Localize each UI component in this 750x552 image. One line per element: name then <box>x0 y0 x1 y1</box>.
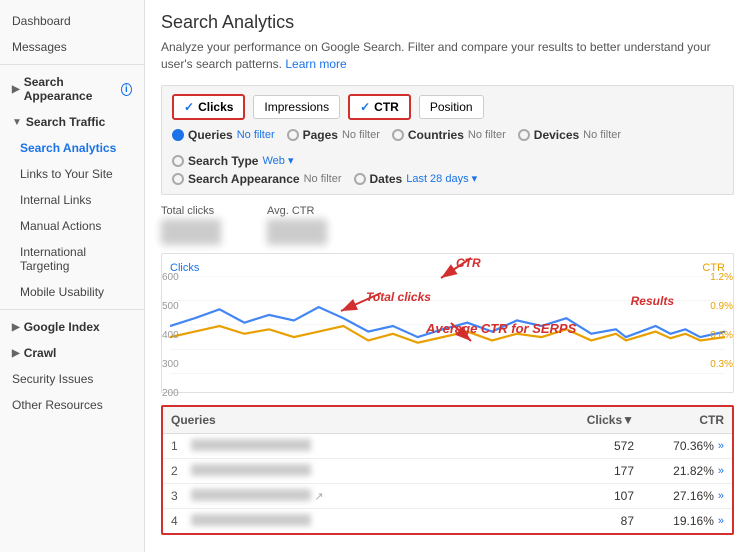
dimension-row-1: Queries No filter Pages No filter Countr… <box>172 128 723 168</box>
radio-devices <box>518 129 530 141</box>
chevron-icon[interactable]: » <box>718 515 724 527</box>
results-table: Queries Clicks▼ CTR 1 572 70.36% » 2 177… <box>161 405 734 535</box>
chart-container: Clicks CTR 600 500 400 300 <box>161 253 734 393</box>
row-ctr-1: 70.36% » <box>634 439 724 453</box>
sidebar-item-dashboard[interactable]: Dashboard <box>0 8 144 34</box>
arrow-icon-index: ▶ <box>12 322 20 333</box>
row-clicks-2: 177 <box>544 464 634 478</box>
chevron-icon[interactable]: » <box>718 490 724 502</box>
row-ctr-4: 19.16% » <box>634 514 724 528</box>
page-title: Search Analytics <box>161 12 734 33</box>
col-header-ctr[interactable]: CTR <box>634 413 724 427</box>
dim-pages[interactable]: Pages No filter <box>287 128 380 142</box>
col-header-clicks[interactable]: Clicks▼ <box>544 413 634 427</box>
sidebar-item-security[interactable]: Security Issues <box>0 366 144 392</box>
total-clicks-stat: Total clicks <box>161 205 251 245</box>
clicks-button[interactable]: ✓ Clicks <box>172 94 245 120</box>
ctr-annotation: CTR <box>456 255 481 270</box>
sidebar-item-intl-targeting[interactable]: International Targeting <box>0 239 144 279</box>
avg-ctr-annotation: Average CTR for SERPS <box>426 321 576 336</box>
sidebar-item-search-analytics[interactable]: Search Analytics <box>0 135 144 161</box>
sidebar-item-internal-links[interactable]: Internal Links <box>0 187 144 213</box>
radio-queries <box>172 129 184 141</box>
stats-row: Total clicks Avg. CTR <box>161 205 734 245</box>
arrow-icon-traffic: ▼ <box>12 117 22 128</box>
sidebar: Dashboard Messages ▶ Search Appearance i… <box>0 0 145 552</box>
sidebar-item-mobile-usability[interactable]: Mobile Usability <box>0 279 144 305</box>
dim-search-type[interactable]: Search Type Web ▾ <box>172 154 293 168</box>
radio-search-type <box>172 155 184 167</box>
avg-ctr-value <box>267 219 357 245</box>
metric-buttons-row: ✓ Clicks Impressions ✓ CTR Position <box>172 94 723 120</box>
external-link-icon: ↗ <box>314 491 323 503</box>
table-row: 3 ↗ 107 27.16% » <box>163 484 732 509</box>
check-icon: ✓ <box>184 100 194 114</box>
chevron-icon[interactable]: » <box>718 440 724 452</box>
sidebar-item-google-index[interactable]: ▶ Google Index <box>0 314 144 340</box>
check-icon-ctr: ✓ <box>360 100 370 114</box>
sidebar-item-other[interactable]: Other Resources <box>0 392 144 418</box>
table-row: 2 177 21.82% » <box>163 459 732 484</box>
dim-dates[interactable]: Dates Last 28 days ▾ <box>354 172 478 186</box>
page-description: Analyze your performance on Google Searc… <box>161 39 734 73</box>
y-axis-left: 600 500 400 300 200 <box>162 272 179 399</box>
ctr-button[interactable]: ✓ CTR <box>348 94 411 120</box>
filter-bar: ✓ Clicks Impressions ✓ CTR Position Quer… <box>161 85 734 195</box>
radio-pages <box>287 129 299 141</box>
arrow-icon: ▶ <box>12 84 20 95</box>
sidebar-item-links[interactable]: Links to Your Site <box>0 161 144 187</box>
table-header: Queries Clicks▼ CTR <box>163 407 732 434</box>
total-clicks-label: Total clicks <box>161 205 251 217</box>
table-row: 4 87 19.16% » <box>163 509 732 533</box>
row-ctr-2: 21.82% » <box>634 464 724 478</box>
impressions-button[interactable]: Impressions <box>253 95 340 119</box>
row-clicks-1: 572 <box>544 439 634 453</box>
radio-countries <box>392 129 404 141</box>
row-clicks-3: 107 <box>544 489 634 503</box>
row-ctr-3: 27.16% » <box>634 489 724 503</box>
avg-ctr-stat: Avg. CTR <box>267 205 357 245</box>
dim-search-appearance[interactable]: Search Appearance No filter <box>172 172 342 186</box>
dim-devices[interactable]: Devices No filter <box>518 128 621 142</box>
sidebar-item-search-appearance[interactable]: ▶ Search Appearance i <box>0 69 144 109</box>
radio-dates <box>354 173 366 185</box>
dimension-row-2: Search Appearance No filter Dates Last 2… <box>172 172 723 186</box>
radio-search-appearance <box>172 173 184 185</box>
col-header-queries: Queries <box>171 413 544 427</box>
sidebar-item-messages[interactable]: Messages <box>0 34 144 60</box>
main-content: Search Analytics Analyze your performanc… <box>145 0 750 552</box>
sidebar-item-crawl[interactable]: ▶ Crawl <box>0 340 144 366</box>
sidebar-item-search-traffic[interactable]: ▼ Search Traffic <box>0 109 144 135</box>
dim-queries[interactable]: Queries No filter <box>172 128 275 142</box>
avg-ctr-label: Avg. CTR <box>267 205 357 217</box>
total-clicks-annotation: Total clicks <box>366 289 431 304</box>
learn-more-link[interactable]: Learn more <box>285 57 346 71</box>
chart-legend: Clicks CTR <box>170 262 725 274</box>
sidebar-item-manual-actions[interactable]: Manual Actions <box>0 213 144 239</box>
total-clicks-value <box>161 219 251 245</box>
dim-countries[interactable]: Countries No filter <box>392 128 506 142</box>
y-axis-right: 1.2% 0.9% 0.6% 0.3% <box>710 272 733 370</box>
row-clicks-4: 87 <box>544 514 634 528</box>
arrow-icon-crawl: ▶ <box>12 348 20 359</box>
position-button[interactable]: Position <box>419 95 484 119</box>
chevron-icon[interactable]: » <box>718 465 724 477</box>
table-row: 1 572 70.36% » <box>163 434 732 459</box>
info-icon: i <box>121 83 132 96</box>
results-annotation: Results <box>631 293 674 308</box>
